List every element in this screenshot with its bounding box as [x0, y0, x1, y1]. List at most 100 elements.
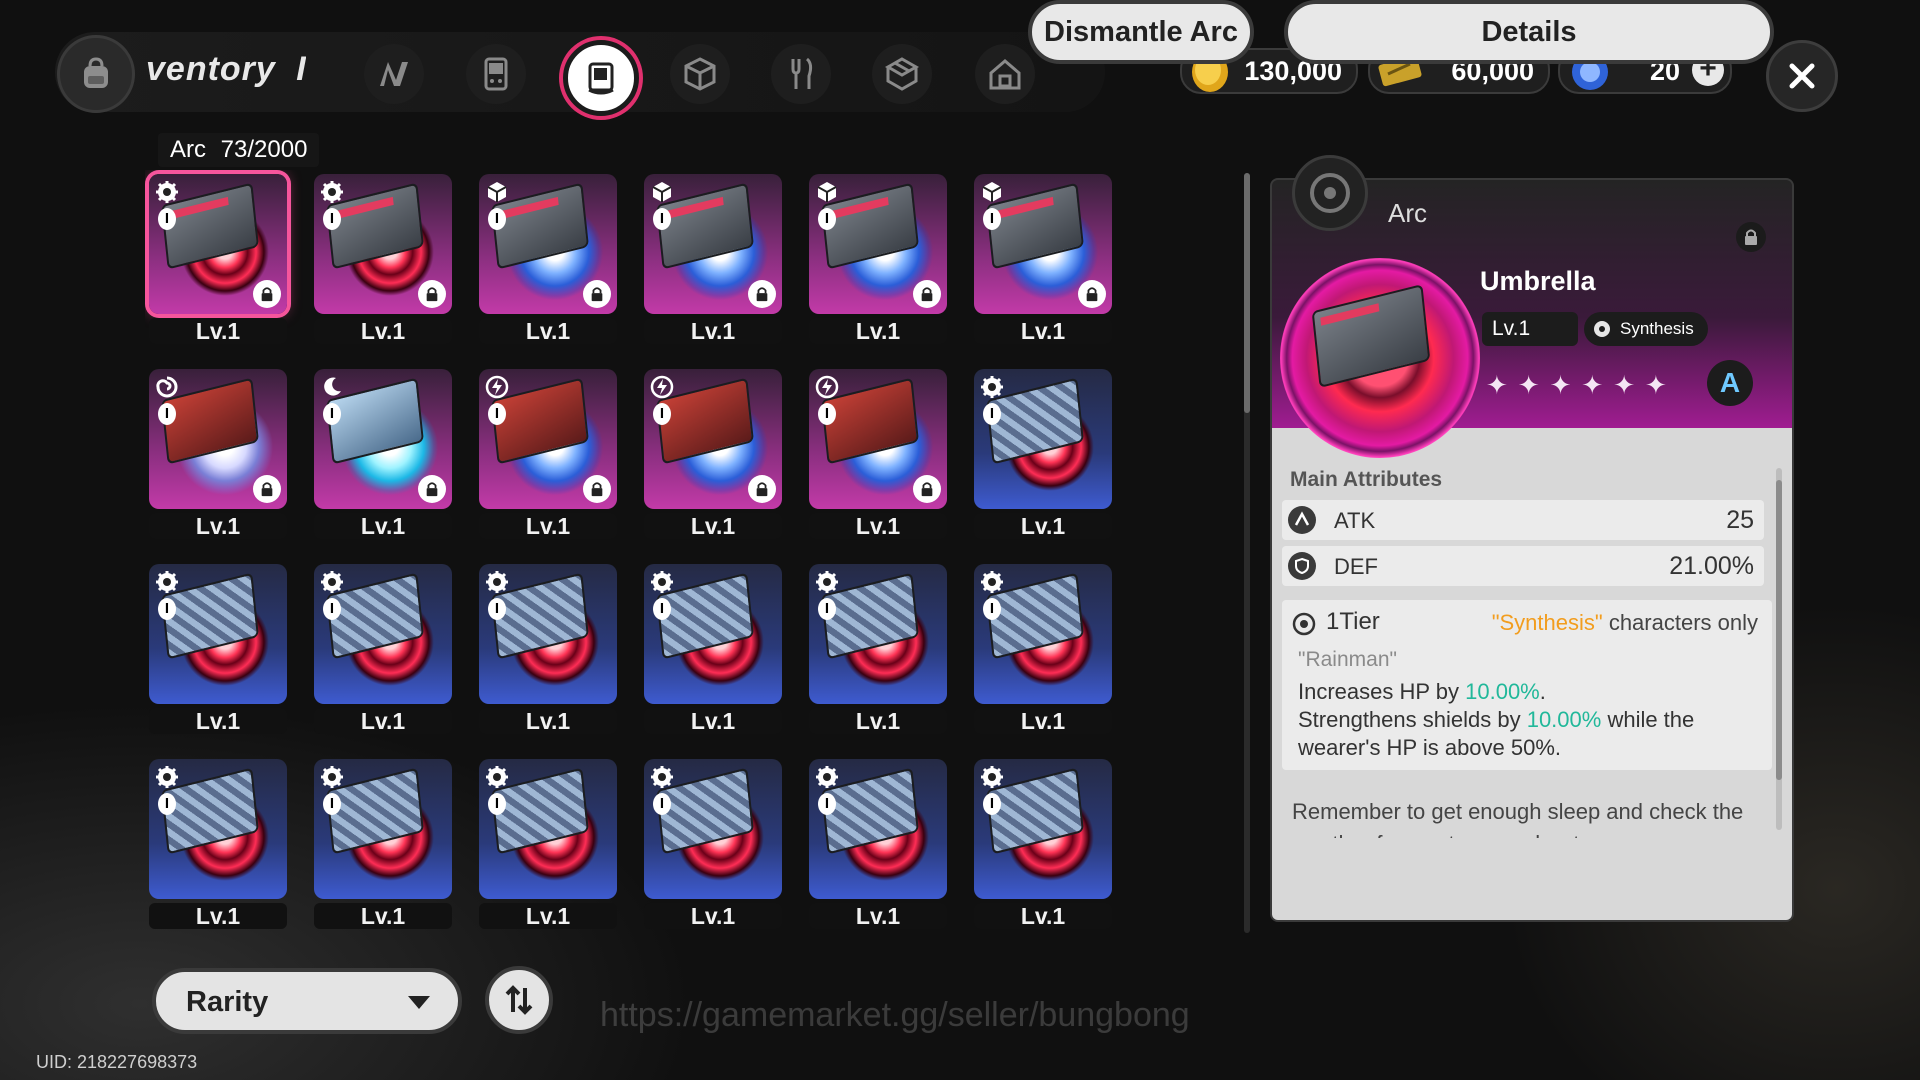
arc-item-slot[interactable]: I Lv.1: [640, 755, 786, 929]
backpack-button[interactable]: [57, 35, 135, 113]
arc-item-card[interactable]: I: [149, 564, 287, 704]
sort-arrows-icon: [505, 985, 533, 1015]
arc-item-slot[interactable]: I Lv.1: [310, 560, 456, 734]
tier-one-badge: I: [653, 208, 671, 230]
arc-item-card[interactable]: I: [809, 564, 947, 704]
arc-item-card[interactable]: I: [314, 564, 452, 704]
arc-item-slot[interactable]: I Lv.1: [145, 755, 291, 929]
arc-item-slot[interactable]: I Lv.1: [475, 170, 621, 344]
dismantle-arc-button[interactable]: Dismantle Arc: [1028, 0, 1254, 64]
arc-item-slot[interactable]: I Lv.1: [970, 365, 1116, 539]
arc-case-icon: [588, 62, 614, 95]
arc-item-card[interactable]: I: [974, 369, 1112, 509]
arc-item-slot[interactable]: I Lv.1: [145, 170, 291, 344]
bolt-icon: [650, 375, 674, 399]
arc-item-slot[interactable]: I Lv.1: [310, 170, 456, 344]
arc-item-card[interactable]: I: [974, 564, 1112, 704]
arc-item-card[interactable]: I: [809, 759, 947, 899]
arc-item-slot[interactable]: I Lv.1: [475, 755, 621, 929]
arc-item-slot[interactable]: I Lv.1: [475, 560, 621, 734]
flavor-text: Remember to get enough sleep and check t…: [1292, 799, 1744, 838]
arc-item-slot[interactable]: I Lv.1: [640, 170, 786, 344]
arc-item-slot[interactable]: I Lv.1: [805, 170, 951, 344]
gear-icon: [650, 765, 674, 789]
details-button[interactable]: Details: [1284, 0, 1774, 64]
arc-item-card[interactable]: I: [644, 174, 782, 314]
detail-scrollbar-thumb[interactable]: [1776, 480, 1782, 780]
arc-item-card[interactable]: I: [479, 369, 617, 509]
lock-icon: [913, 475, 941, 503]
arc-item-card[interactable]: I: [479, 564, 617, 704]
tier-one-badge: I: [158, 793, 176, 815]
handheld-device-icon: [484, 57, 508, 91]
arc-item-card[interactable]: I: [149, 759, 287, 899]
item-level: Lv.1: [479, 708, 617, 734]
arc-item-slot[interactable]: I Lv.1: [145, 560, 291, 734]
detail-item-name: Umbrella: [1480, 266, 1596, 296]
arc-item-slot[interactable]: I Lv.1: [640, 560, 786, 734]
arc-item-card[interactable]: I: [809, 174, 947, 314]
item-level: Lv.1: [314, 903, 452, 929]
arc-item-slot[interactable]: I Lv.1: [145, 365, 291, 539]
arc-item-slot[interactable]: I Lv.1: [970, 560, 1116, 734]
gear-icon: [815, 765, 839, 789]
tab-cube[interactable]: [670, 44, 730, 104]
detail-lock-button[interactable]: [1736, 222, 1766, 252]
arc-item-card[interactable]: I: [644, 759, 782, 899]
tab-handheld-device[interactable]: [466, 44, 526, 104]
set-effect-box: 1Tier "Synthesis" characters only "Rainm…: [1282, 600, 1772, 770]
gear-icon: [980, 570, 1004, 594]
cube-icon: [650, 180, 674, 204]
arc-category-badge: [1292, 155, 1368, 231]
arc-item-card[interactable]: I: [479, 759, 617, 899]
desc-line1-value: 10.00%: [1465, 679, 1540, 704]
item-grid-scrollbar[interactable]: [1244, 173, 1250, 933]
arc-item-card[interactable]: I: [149, 369, 287, 509]
arc-item-slot[interactable]: I Lv.1: [805, 560, 951, 734]
tab-box[interactable]: [872, 44, 932, 104]
gear-icon: [1594, 321, 1610, 337]
watermark-text: https://gamemarket.gg/seller/bungbong: [600, 996, 1190, 1034]
n-logo-icon: [380, 62, 408, 86]
desc-line2-pre: Strengthens shields by: [1298, 707, 1527, 732]
arc-item-slot[interactable]: I Lv.1: [310, 365, 456, 539]
arc-item-card[interactable]: I: [644, 369, 782, 509]
tier-one-badge: I: [983, 793, 1001, 815]
item-level: Lv.1: [809, 513, 947, 539]
scrollbar-thumb[interactable]: [1244, 173, 1250, 413]
arc-item-card[interactable]: I: [974, 174, 1112, 314]
arc-item-slot[interactable]: I Lv.1: [475, 365, 621, 539]
lock-icon: [253, 280, 281, 308]
star-icon: ✦: [1644, 370, 1677, 400]
arc-item-card[interactable]: I: [314, 174, 452, 314]
lock-icon: [748, 475, 776, 503]
arc-case-art: [1311, 284, 1431, 388]
close-button[interactable]: [1766, 40, 1838, 112]
arc-item-slot[interactable]: I Lv.1: [805, 755, 951, 929]
arc-item-card[interactable]: I: [644, 564, 782, 704]
arc-item-card[interactable]: I: [479, 174, 617, 314]
arc-item-card[interactable]: I: [314, 759, 452, 899]
arc-item-slot[interactable]: I Lv.1: [970, 170, 1116, 344]
arc-item-slot[interactable]: I Lv.1: [805, 365, 951, 539]
tab-n-logo[interactable]: [364, 44, 424, 104]
arc-item-slot[interactable]: I Lv.1: [640, 365, 786, 539]
desc-line1-pre: Increases HP by: [1298, 679, 1466, 704]
detail-scrollbar[interactable]: [1776, 468, 1782, 830]
arc-item-card[interactable]: I: [809, 369, 947, 509]
arc-item-card[interactable]: I: [974, 759, 1112, 899]
tab-home[interactable]: [975, 44, 1035, 104]
arc-item-card[interactable]: I: [149, 174, 287, 314]
gear-icon: [980, 375, 1004, 399]
item-grid[interactable]: I Lv.1 I Lv.1 I Lv.1 I Lv.1 I Lv.1 I Lv.1 I Lv.1 I Lv.1…: [145, 170, 1125, 935]
sort-order-button[interactable]: [485, 966, 553, 1034]
tab-arc[interactable]: [563, 40, 639, 116]
arc-item-slot[interactable]: I Lv.1: [310, 755, 456, 929]
arc-item-card[interactable]: I: [314, 369, 452, 509]
tab-food[interactable]: [771, 44, 831, 104]
arc-item-slot[interactable]: I Lv.1: [970, 755, 1116, 929]
rarity-label: Rarity: [186, 986, 269, 1018]
rarity-sort-dropdown[interactable]: Rarity: [152, 968, 462, 1034]
item-level: Lv.1: [644, 513, 782, 539]
rank-letter: A: [1719, 367, 1741, 398]
